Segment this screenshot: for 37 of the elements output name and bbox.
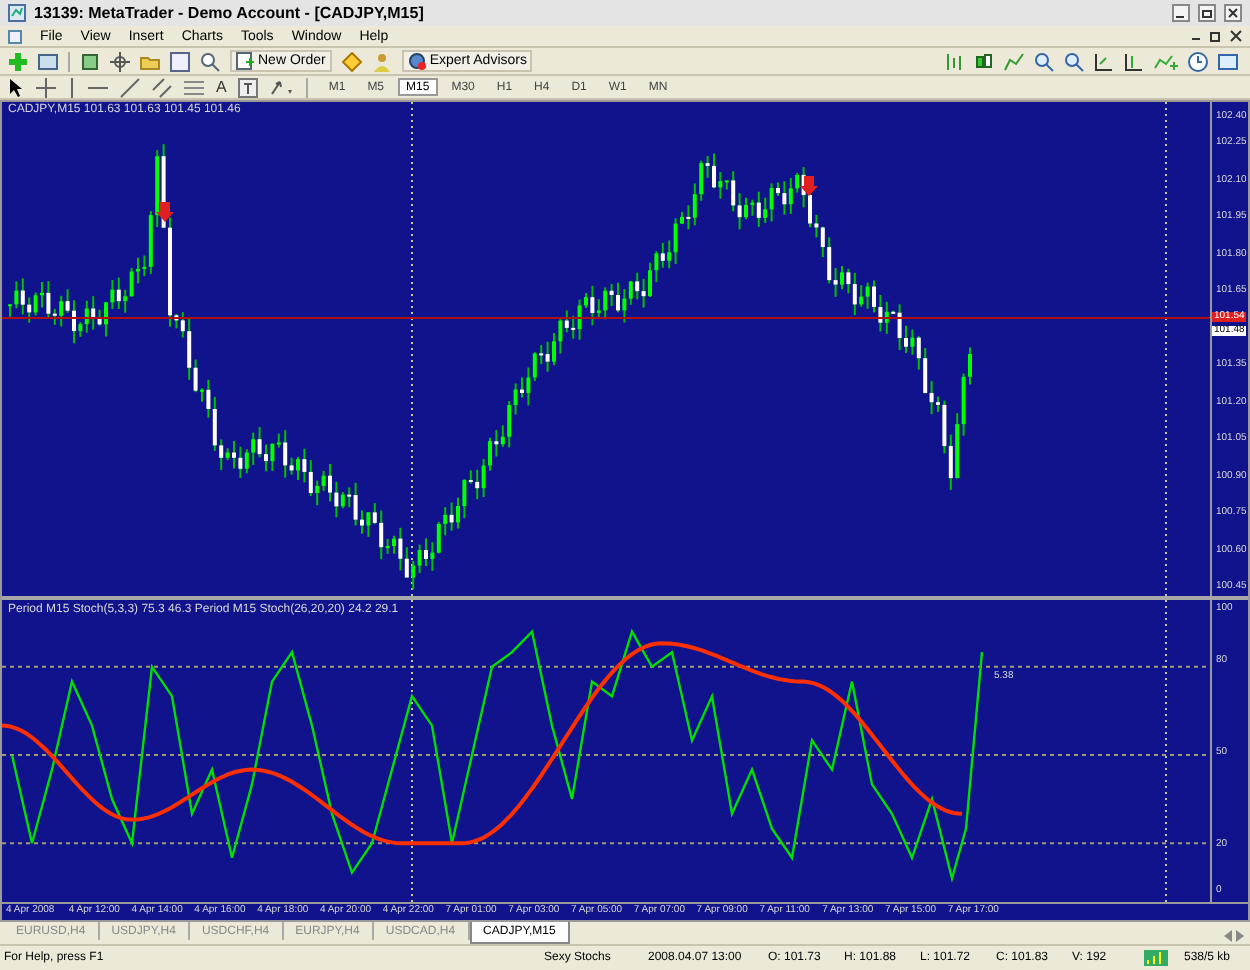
zoom-out-icon[interactable] (1064, 51, 1084, 71)
magnifier-icon[interactable] (200, 51, 220, 71)
document-icon (8, 29, 22, 43)
line-chart-icon[interactable] (1004, 51, 1024, 71)
channel-icon[interactable] (152, 77, 172, 97)
template-icon[interactable] (1218, 51, 1242, 71)
close-icon[interactable] (1230, 30, 1242, 42)
down-arrow-icon (156, 202, 174, 222)
down-arrow-icon (800, 176, 818, 196)
diamond-icon[interactable] (341, 51, 362, 71)
bar-chart-icon[interactable] (944, 51, 964, 71)
close-icon[interactable] (1224, 4, 1242, 22)
cursor-icon[interactable] (8, 77, 24, 97)
minimize-icon[interactable] (1172, 4, 1190, 22)
candlestick-icon[interactable] (974, 51, 994, 71)
connection-icon (1144, 950, 1168, 966)
vertical-line-icon[interactable] (68, 77, 76, 97)
clock-icon[interactable] (1188, 51, 1208, 71)
text-tool[interactable]: A (216, 79, 227, 95)
horizontal-line-icon[interactable] (88, 83, 108, 91)
label-icon[interactable] (238, 77, 259, 97)
chart-shift-icon[interactable] (1094, 51, 1114, 71)
square-icon[interactable] (80, 51, 100, 71)
crosshair-icon[interactable] (110, 51, 130, 71)
zoom-in-icon[interactable] (1034, 51, 1054, 71)
window-title: 13139: MetaTrader - Demo Account - [CADJPY,M15] (34, 5, 424, 21)
trendline-icon[interactable] (120, 77, 140, 97)
fibonacci-icon[interactable] (184, 77, 204, 97)
window-icon[interactable] (38, 51, 58, 71)
crosshair-icon[interactable] (36, 77, 56, 97)
document-icon (236, 52, 254, 70)
autoscroll-icon[interactable] (1124, 51, 1144, 71)
arrows-icon[interactable] (270, 77, 295, 97)
window-icon[interactable] (170, 51, 190, 71)
folder-icon[interactable] (140, 51, 160, 71)
app-icon (8, 4, 26, 22)
gear-icon (407, 52, 426, 70)
